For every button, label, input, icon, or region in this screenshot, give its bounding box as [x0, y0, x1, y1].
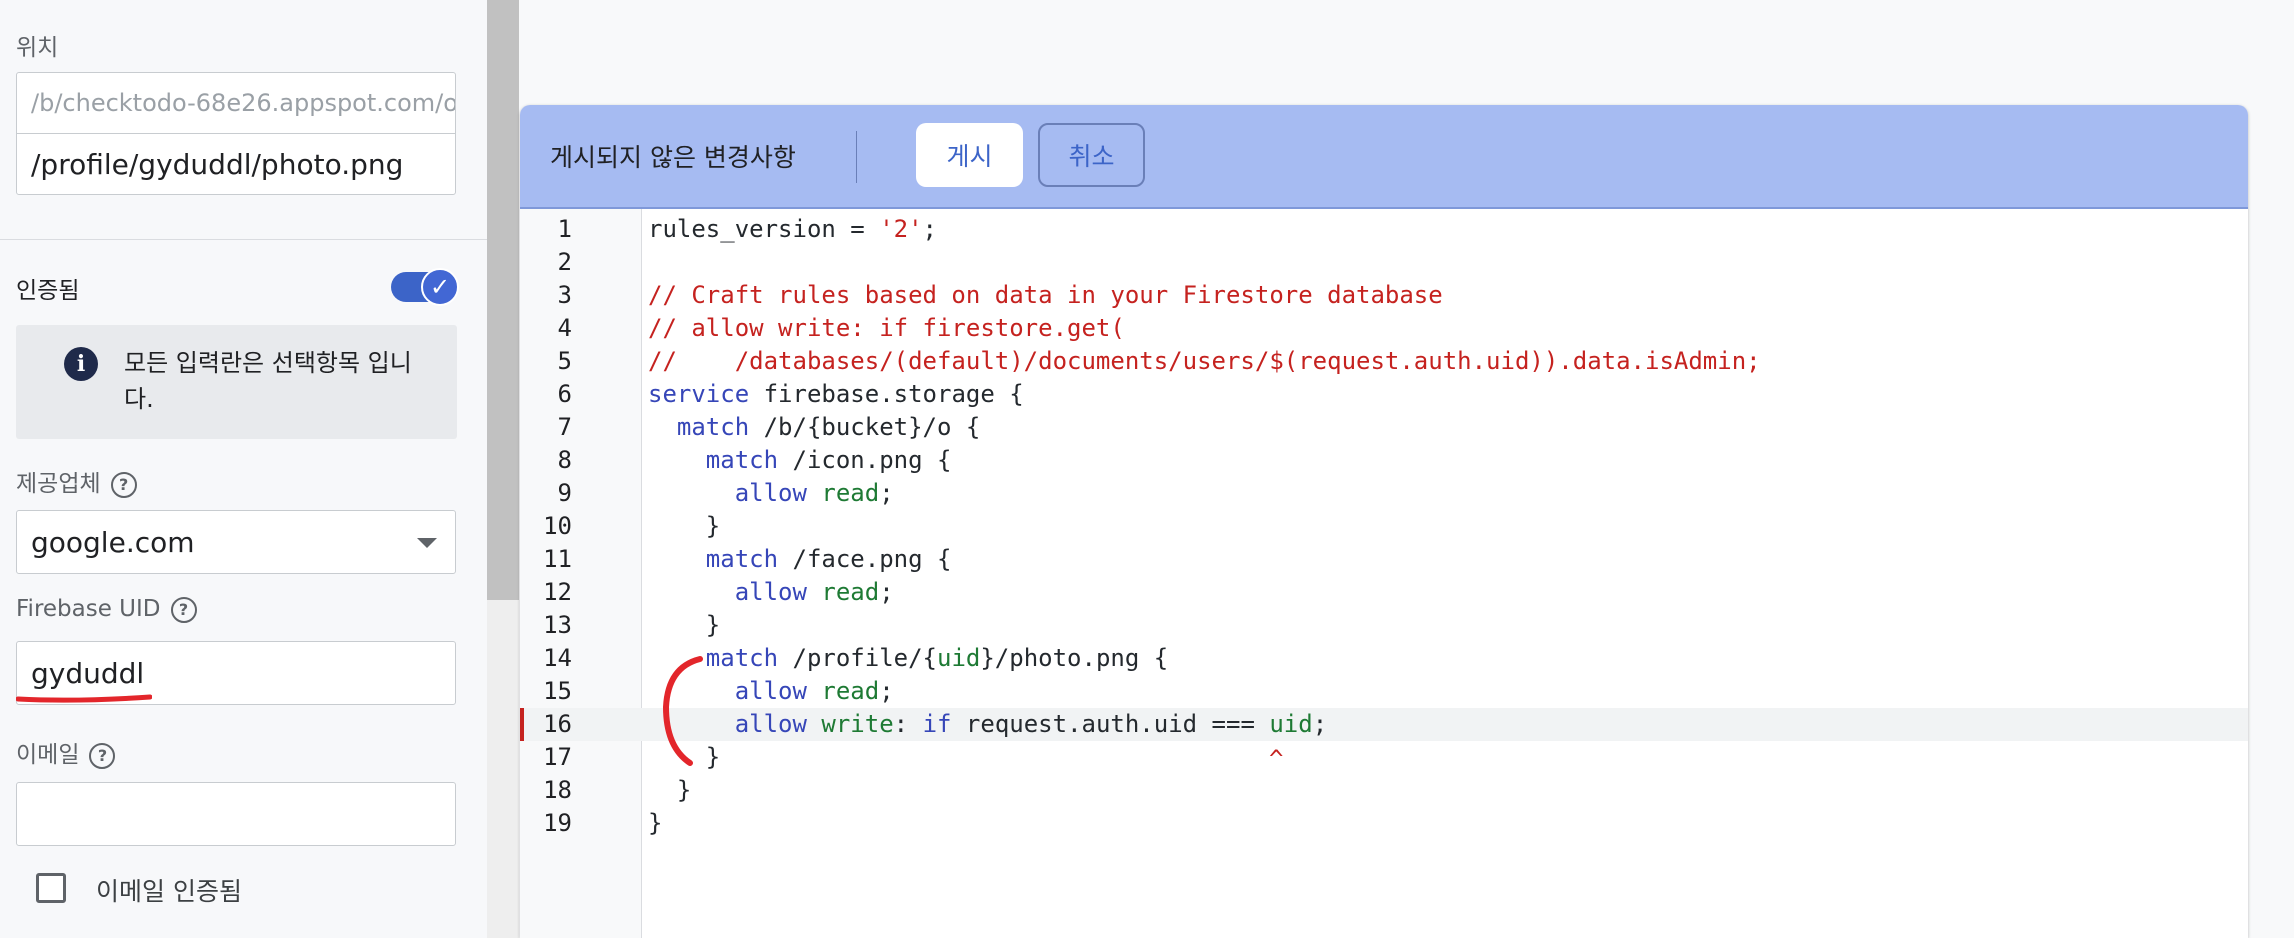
uid-label: Firebase UID?: [16, 596, 197, 623]
line-number: 7: [557, 413, 572, 441]
location-path-prefix: /b/checktodo-68e26.appspot.com/o: [16, 72, 456, 134]
line-code-text: }: [648, 611, 721, 639]
code-line[interactable]: 8 match /icon.png {: [520, 444, 2248, 477]
line-number: 1: [557, 215, 572, 243]
info-icon: i: [64, 347, 98, 381]
email-verified-checkbox[interactable]: [36, 873, 66, 903]
code-line[interactable]: 4 // allow write: if firestore.get(: [520, 312, 2248, 345]
location-label: 위치: [16, 35, 59, 61]
code-line[interactable]: 9 allow read;: [520, 477, 2248, 510]
line-number: 2: [557, 248, 572, 276]
red-bracket-annotation: [662, 656, 703, 766]
error-caret-marker: ^: [1269, 745, 1284, 773]
line-number: 13: [543, 611, 572, 639]
check-icon: ✓: [421, 268, 459, 306]
uid-label-text: Firebase UID: [16, 596, 161, 622]
code-line[interactable]: 16 allow write: if request.auth.uid === …: [520, 708, 2248, 741]
email-verified-label: 이메일 인증됨: [96, 877, 242, 906]
help-icon[interactable]: ?: [110, 471, 137, 498]
code-line[interactable]: 7 match /b/{bucket}/o {: [520, 411, 2248, 444]
line-code-text: allow read;: [734, 578, 894, 606]
info-box: i 모든 입력란은 선택항목 입니다.: [16, 325, 457, 439]
email-label: 이메일?: [16, 735, 116, 769]
code-line[interactable]: 19}: [520, 807, 2248, 840]
line-code-text: match /profile/{uid}/photo.png {: [705, 644, 1169, 672]
line-code-text: match /face.png {: [705, 545, 952, 573]
info-text: 모든 입력란은 선택항목 입니다.: [124, 349, 412, 413]
code-line[interactable]: 11 match /face.png {: [520, 543, 2248, 576]
line-code-text: // /databases/(default)/documents/users/…: [648, 347, 1761, 375]
rules-editor: 게시되지 않은 변경사항 게시 취소 1 rules_version = '2';…: [520, 105, 2248, 938]
simulator-settings-panel: 위치 /b/checktodo-68e26.appspot.com/o /pro…: [0, 0, 488, 938]
code-line[interactable]: 12 allow read;: [520, 576, 2248, 609]
publish-button[interactable]: 게시: [916, 123, 1023, 187]
code-line[interactable]: 14 match /profile/{uid}/photo.png {: [520, 642, 2248, 675]
email-input[interactable]: [16, 782, 456, 846]
line-number: 17: [543, 743, 572, 771]
help-icon[interactable]: ?: [170, 596, 197, 623]
code-line[interactable]: 18 }: [520, 774, 2248, 807]
line-number: 6: [557, 380, 572, 408]
code-line[interactable]: 3 // Craft rules based on data in your Fi…: [520, 279, 2248, 312]
provider-select-value: google.com: [31, 525, 195, 559]
line-number: 11: [543, 545, 572, 573]
header-divider: [856, 131, 857, 183]
location-path-input[interactable]: /profile/gyduddl/photo.png: [16, 133, 456, 195]
code-line[interactable]: 10 }: [520, 510, 2248, 543]
line-code-text: rules_version = '2';: [648, 215, 937, 243]
line-code-text: // allow write: if firestore.get(: [648, 314, 1125, 342]
line-code-text: match /icon.png {: [705, 446, 952, 474]
cancel-button[interactable]: 취소: [1038, 123, 1145, 187]
line-code-text: allow write: if request.auth.uid === uid…: [734, 710, 1328, 738]
line-number: 12: [543, 578, 572, 606]
line-number: 8: [557, 446, 572, 474]
line-code-text: match /b/{bucket}/o {: [676, 413, 981, 441]
line-number: 14: [543, 644, 572, 672]
provider-select[interactable]: google.com: [16, 510, 456, 574]
code-line[interactable]: 1 rules_version = '2';: [520, 213, 2248, 246]
provider-label-text: 제공업체: [16, 471, 101, 497]
code-line[interactable]: 13 }: [520, 609, 2248, 642]
line-number: 10: [543, 512, 572, 540]
authenticated-label: 인증됨: [16, 278, 80, 304]
code-line[interactable]: 15 allow read;: [520, 675, 2248, 708]
code-line[interactable]: 5 // /databases/(default)/documents/users…: [520, 345, 2248, 378]
code-line[interactable]: 2: [520, 246, 2248, 279]
code-line[interactable]: 17 }: [520, 741, 2248, 774]
line-number: 16: [543, 710, 572, 738]
line-number: 5: [557, 347, 572, 375]
line-number: 9: [557, 479, 572, 507]
line-code-text: }: [648, 809, 663, 837]
code-editor[interactable]: 1 rules_version = '2'; 2 3 // Craft rules ba…: [520, 209, 2248, 938]
provider-label: 제공업체?: [16, 464, 137, 498]
line-code-text: // Craft rules based on data in your Fir…: [648, 281, 1443, 309]
editor-header: 게시되지 않은 변경사항 게시 취소: [520, 105, 2248, 209]
email-label-text: 이메일: [16, 742, 80, 768]
line-code-text: }: [648, 512, 721, 540]
code-line[interactable]: 6 service firebase.storage {: [520, 378, 2248, 411]
line-code-text: }: [648, 776, 692, 804]
line-number: 3: [557, 281, 572, 309]
unpublished-changes-label: 게시되지 않은 변경사항: [550, 143, 796, 172]
line-number: 18: [543, 776, 572, 804]
line-number: 19: [543, 809, 572, 837]
line-number: 4: [557, 314, 572, 342]
dropdown-arrow-icon: [417, 538, 437, 548]
line-number: 15: [543, 677, 572, 705]
section-divider: [0, 239, 487, 240]
authenticated-toggle[interactable]: ✓: [391, 268, 459, 306]
uid-input-value: gyduddl: [31, 656, 145, 690]
line-code-text: service firebase.storage {: [648, 380, 1024, 408]
red-underline-annotation: [16, 694, 152, 703]
scrollbar-thumb[interactable]: [487, 0, 519, 600]
help-icon[interactable]: ?: [89, 742, 116, 769]
line-code-text: allow read;: [734, 479, 894, 507]
